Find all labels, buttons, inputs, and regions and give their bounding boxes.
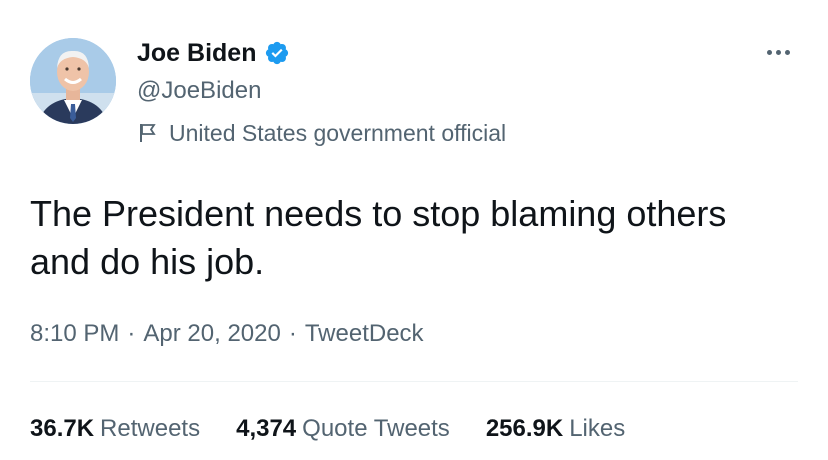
retweets-count: 36.7K: [30, 415, 95, 442]
flag-icon: [137, 122, 159, 144]
tweet-text: The President needs to stop blaming othe…: [30, 193, 727, 282]
author-display-name[interactable]: Joe Biden: [137, 38, 256, 68]
tweet-card: Joe Biden @JoeBiden United States govern…: [0, 0, 828, 460]
account-label: United States government official: [137, 118, 506, 148]
divider: [30, 381, 798, 382]
tweet-meta: 8:10 PM · Apr 20, 2020 · TweetDeck: [30, 319, 424, 349]
tweet-time[interactable]: 8:10 PM: [30, 320, 119, 347]
avatar-image: [30, 38, 116, 124]
tweet-date[interactable]: Apr 20, 2020: [143, 320, 280, 347]
quote-tweets-stat[interactable]: 4,374 Quote Tweets: [236, 414, 450, 444]
account-label-text: United States government official: [169, 120, 507, 146]
quote-tweets-label: Quote Tweets: [302, 415, 450, 442]
author-name-row: Joe Biden: [137, 38, 290, 68]
more-options-button[interactable]: [758, 40, 798, 64]
more-dot-icon: [775, 49, 781, 55]
meta-separator: ·: [127, 320, 136, 347]
more-dot-icon: [784, 49, 790, 55]
quote-tweets-count: 4,374: [236, 415, 297, 442]
tweet-source[interactable]: TweetDeck: [305, 320, 424, 347]
retweets-label: Retweets: [100, 415, 201, 442]
likes-stat[interactable]: 256.9K Likes: [486, 414, 625, 444]
likes-count: 256.9K: [485, 415, 564, 442]
more-dot-icon: [766, 49, 772, 55]
author-handle[interactable]: @JoeBiden: [137, 76, 261, 106]
verified-badge-icon: [264, 40, 290, 66]
retweets-stat[interactable]: 36.7K Retweets: [30, 414, 200, 444]
avatar[interactable]: [30, 38, 116, 124]
meta-separator: ·: [288, 320, 297, 347]
likes-label: Likes: [569, 415, 626, 442]
tweet-stats: 36.7K Retweets 4,374 Quote Tweets 256.9K Li…: [30, 414, 625, 444]
